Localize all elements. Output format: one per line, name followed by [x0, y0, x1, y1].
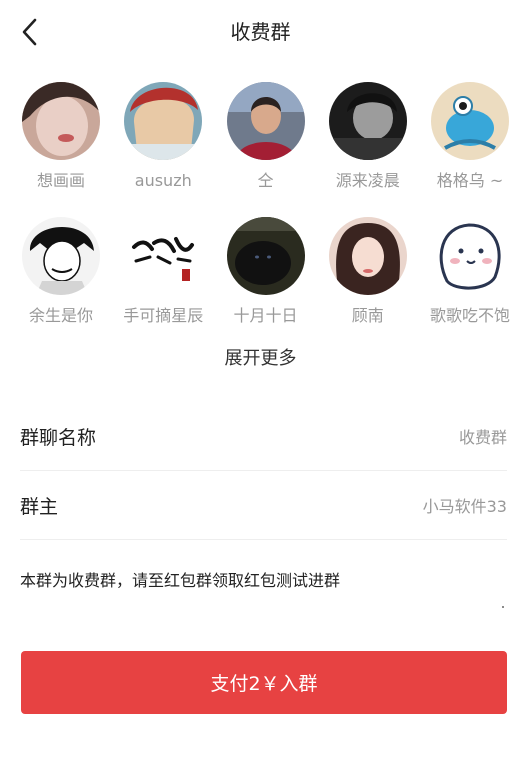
avatar [431, 217, 509, 295]
avatar [431, 82, 509, 160]
avatar [124, 217, 203, 295]
owner-value: 小马软件33 [422, 497, 507, 516]
page-title: 收费群 [230, 20, 291, 44]
avatar [124, 82, 203, 160]
owner-row[interactable]: 群主 小马软件33 [20, 471, 507, 540]
group-name-label: 群聊名称 [20, 426, 97, 449]
group-name-row[interactable]: 群聊名称 收费群 [20, 402, 507, 471]
avatar [226, 217, 305, 295]
member-item[interactable]: 仝 [225, 82, 307, 217]
group-notice: 本群为收费群，请至红包群领取红包测试进群 [20, 571, 341, 590]
expand-more-button[interactable]: 展开更多 [0, 344, 521, 370]
member-item[interactable]: 格格乌 ~ [429, 82, 511, 217]
member-item[interactable]: 手可摘星辰 [122, 217, 204, 352]
member-name: 源来凌晨 [335, 171, 400, 190]
member-row: 想画画 ausuzh 仝 源来凌晨 格格乌 ~ [0, 82, 521, 217]
member-name: 手可摘星辰 [123, 306, 204, 325]
member-item[interactable]: 歌歌吃不饱 [429, 217, 511, 352]
avatar [328, 82, 407, 160]
owner-label: 群主 [20, 495, 59, 518]
member-item[interactable]: 源来凌晨 [327, 82, 409, 217]
avatar [226, 82, 305, 160]
member-name: 顾南 [351, 306, 384, 325]
member-name: 余生是你 [28, 306, 93, 325]
member-name: 歌歌吃不饱 [429, 306, 510, 325]
member-name: 仝 [257, 171, 274, 190]
member-name: ausuzh [134, 171, 192, 190]
member-item[interactable]: ausuzh [122, 82, 204, 217]
avatar [22, 82, 100, 160]
member-item[interactable]: 余生是你 [20, 217, 102, 352]
member-item[interactable]: 想画画 [20, 82, 102, 217]
member-grid: 想画画 ausuzh 仝 源来凌晨 格格乌 ~ 余生是你 手可摘星辰 十月十日 … [0, 82, 521, 352]
member-row: 余生是你 手可摘星辰 十月十日 顾南 歌歌吃不饱 [0, 217, 521, 352]
group-name-value: 收费群 [458, 428, 507, 447]
avatar [328, 217, 407, 295]
member-name: 格格乌 ~ [436, 171, 504, 190]
member-name: 想画画 [36, 171, 85, 190]
avatar [22, 217, 100, 295]
member-name: 十月十日 [233, 306, 298, 325]
pay-join-button[interactable]: 支付2￥入群 [21, 651, 507, 714]
header: 收费群 [0, 0, 521, 64]
member-item[interactable]: 顾南 [327, 217, 409, 352]
divider-dot [502, 606, 504, 608]
member-item[interactable]: 十月十日 [225, 217, 307, 352]
